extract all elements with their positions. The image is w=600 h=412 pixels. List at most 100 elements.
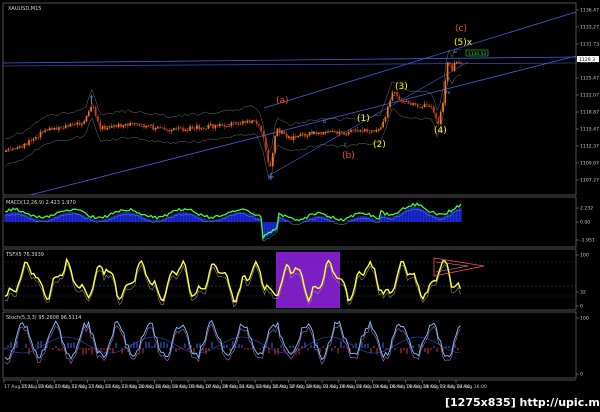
candle-body bbox=[189, 126, 191, 131]
candle-body bbox=[198, 125, 200, 130]
candle-body bbox=[405, 101, 407, 102]
candle-body bbox=[368, 132, 371, 134]
candle-body bbox=[106, 127, 108, 130]
wave-label-6: (4) bbox=[434, 126, 447, 136]
candle-body bbox=[380, 127, 382, 129]
price-axis-label-8: 1112.37 bbox=[580, 144, 599, 150]
current-price-marker: 1129.3 bbox=[577, 56, 599, 63]
candle-body bbox=[58, 127, 60, 130]
candle-body bbox=[154, 128, 157, 130]
candle-body bbox=[81, 123, 83, 125]
candle-body bbox=[426, 103, 428, 105]
candle-body bbox=[28, 140, 30, 146]
candle-body bbox=[83, 121, 85, 124]
candle-body bbox=[37, 137, 39, 139]
candle-body bbox=[113, 125, 115, 127]
candle-body bbox=[239, 123, 242, 125]
candle-body bbox=[329, 131, 332, 132]
trading-chart[interactable]: (a) (b) (c) (1) (2) (3) (4) (5)x b c a iv XAUUSD,M1… bbox=[0, 0, 600, 412]
time-axis-label-27: 19 Aug 16:00 bbox=[456, 384, 487, 390]
candle-body bbox=[400, 99, 403, 102]
candle-body bbox=[396, 92, 398, 97]
candle-body bbox=[244, 121, 246, 123]
symbol-label: XAUUSD,M15 bbox=[8, 6, 41, 12]
candle-body bbox=[364, 129, 366, 131]
candle-body bbox=[140, 123, 143, 125]
candle-body bbox=[65, 125, 67, 129]
candle-body bbox=[366, 129, 368, 133]
candle-body bbox=[393, 92, 396, 93]
wave-label-0: (a) bbox=[276, 96, 289, 106]
candle-body bbox=[407, 101, 410, 104]
candle-body bbox=[322, 132, 325, 135]
wave-label-8: b bbox=[323, 119, 326, 125]
price-axis-label-1: 1133.27 bbox=[580, 25, 599, 31]
wave-label-4: (2) bbox=[373, 140, 386, 150]
candle-body bbox=[419, 107, 421, 108]
candle-body bbox=[269, 162, 272, 167]
candle-body bbox=[320, 132, 322, 135]
candle-body bbox=[101, 125, 104, 130]
candle-body bbox=[336, 131, 338, 135]
candle-body bbox=[168, 130, 171, 132]
candle-body bbox=[39, 131, 42, 138]
candle-body bbox=[306, 135, 309, 137]
candle-body bbox=[129, 123, 131, 126]
candle-body bbox=[251, 120, 253, 123]
candle-body bbox=[456, 62, 458, 64]
candle-body bbox=[403, 101, 405, 102]
stoch-axis-label-1: 0 bbox=[580, 372, 583, 378]
candle-body bbox=[352, 129, 355, 131]
candle-body bbox=[410, 103, 412, 105]
candle-body bbox=[90, 107, 92, 112]
candle-body bbox=[458, 62, 460, 64]
stoch-axis-label-0: 100 bbox=[580, 316, 589, 322]
candle-body bbox=[297, 135, 299, 138]
candle-body bbox=[377, 128, 380, 131]
watermark-text: [1275x835] http://upic.me/ bbox=[445, 396, 600, 409]
candle-body bbox=[334, 131, 336, 133]
candle-body bbox=[23, 143, 26, 148]
candle-body bbox=[111, 126, 113, 128]
candle-body bbox=[412, 102, 414, 105]
candle-body bbox=[200, 128, 203, 130]
candle-body bbox=[375, 130, 378, 132]
candle-body bbox=[25, 143, 28, 146]
candle-body bbox=[32, 139, 35, 141]
candle-body bbox=[290, 136, 292, 141]
candle-body bbox=[235, 122, 237, 125]
candle-body bbox=[232, 122, 235, 124]
candle-body bbox=[203, 128, 205, 129]
candle-body bbox=[163, 127, 166, 130]
candle-body bbox=[104, 125, 106, 130]
candle-body bbox=[67, 125, 69, 127]
candle-body bbox=[115, 125, 118, 128]
macd-axis-label-2: -1.951 bbox=[580, 238, 595, 244]
candle-body bbox=[14, 148, 16, 150]
candle-body bbox=[435, 112, 437, 118]
candle-body bbox=[136, 123, 138, 125]
candle-body bbox=[278, 128, 281, 134]
candle-body bbox=[226, 126, 228, 128]
candle-body bbox=[237, 123, 240, 125]
candle-body bbox=[157, 126, 159, 128]
price-axis-label-10: 1107.27 bbox=[580, 178, 599, 184]
candle-body bbox=[391, 92, 394, 101]
candle-body bbox=[276, 128, 279, 137]
wave-label-3: (1) bbox=[357, 114, 370, 124]
stoch-label: Stoch(5,3,3) 95.2608 96.5114 bbox=[6, 315, 81, 321]
candle-body bbox=[120, 123, 122, 128]
candle-body bbox=[421, 107, 424, 108]
candle-body bbox=[453, 63, 456, 72]
candle-body bbox=[152, 124, 154, 130]
candle-body bbox=[48, 127, 51, 131]
candle-body bbox=[212, 124, 214, 129]
candle-body bbox=[416, 104, 419, 107]
tsi-axis-label-0: 100 bbox=[580, 253, 589, 259]
candle-body bbox=[117, 123, 120, 128]
candle-body bbox=[430, 106, 433, 108]
price-axis-label-7: 1115.47 bbox=[580, 127, 599, 133]
wave-label-9: c bbox=[344, 142, 347, 148]
candle-body bbox=[439, 111, 442, 125]
candle-body bbox=[446, 62, 449, 82]
